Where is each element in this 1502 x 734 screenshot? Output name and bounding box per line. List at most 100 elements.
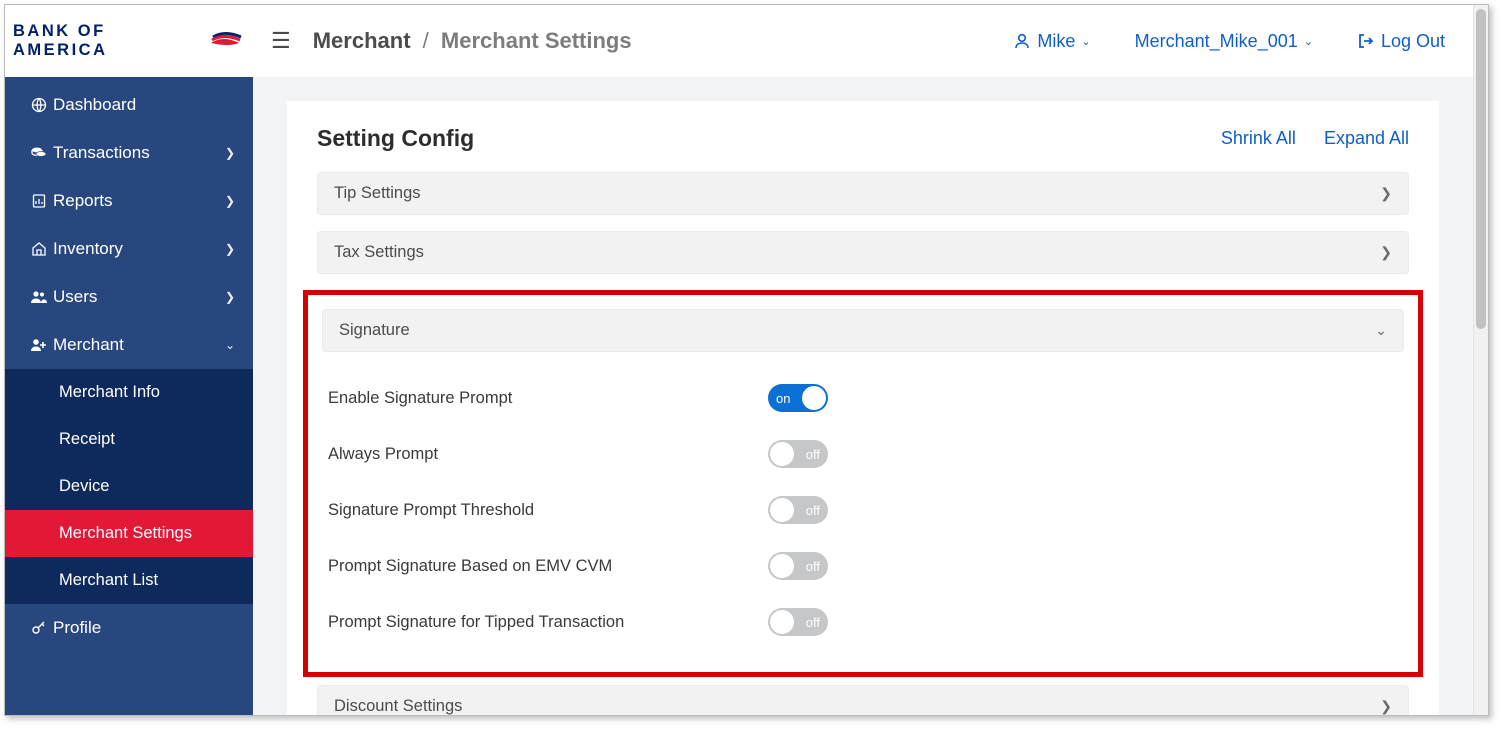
shrink-all-button[interactable]: Shrink All — [1221, 128, 1296, 149]
hamburger-icon[interactable]: ☰ — [271, 28, 291, 54]
chevron-right-icon: ❯ — [1380, 244, 1392, 261]
toggle-knob — [802, 386, 826, 410]
setting-row-signature-threshold: Signature Prompt Threshold off — [320, 482, 1406, 538]
chevron-right-icon: ❯ — [225, 146, 235, 160]
key-icon — [25, 620, 53, 636]
sidebar-item-transactions[interactable]: Transactions ❯ — [5, 129, 253, 177]
section-title: Tip Settings — [334, 184, 421, 203]
section-title: Tax Settings — [334, 243, 424, 262]
breadcrumb: Merchant / Merchant Settings — [313, 28, 632, 54]
subnav-receipt[interactable]: Receipt — [5, 416, 253, 463]
brand-name: BANK OF AMERICA — [13, 22, 203, 60]
toggle-knob — [770, 442, 794, 466]
settings-panel: Setting Config Shrink All Expand All Tip… — [287, 101, 1439, 715]
toggle-signature-threshold[interactable]: off — [768, 496, 828, 524]
subnav-merchant-list[interactable]: Merchant List — [5, 557, 253, 604]
toggle-state-text: off — [806, 503, 820, 518]
chevron-right-icon: ❯ — [225, 194, 235, 208]
chevron-right-icon: ❯ — [225, 290, 235, 304]
scrollbar-thumb[interactable] — [1476, 9, 1486, 329]
section-title: Discount Settings — [334, 697, 462, 715]
chevron-right-icon: ❯ — [1380, 698, 1392, 715]
merchant-icon — [25, 337, 53, 353]
sidebar-item-label: Reports — [53, 191, 113, 211]
toggle-tipped-transaction[interactable]: off — [768, 608, 828, 636]
sidebar-item-merchant[interactable]: Merchant ⌄ — [5, 321, 253, 369]
section-tax-settings[interactable]: Tax Settings ❯ — [317, 231, 1409, 274]
sidebar-item-label: Inventory — [53, 239, 123, 259]
toggle-state-text: on — [776, 391, 790, 406]
sidebar-item-inventory[interactable]: Inventory ❯ — [5, 225, 253, 273]
toggle-emv-cvm[interactable]: off — [768, 552, 828, 580]
breadcrumb-root[interactable]: Merchant — [313, 28, 411, 53]
vertical-scrollbar[interactable] — [1473, 5, 1488, 715]
setting-label: Enable Signature Prompt — [328, 389, 768, 408]
subnav-label: Receipt — [59, 430, 115, 448]
sidebar-item-label: Merchant — [53, 335, 124, 355]
subnav-merchant-settings[interactable]: Merchant Settings — [5, 510, 253, 557]
setting-row-emv-cvm: Prompt Signature Based on EMV CVM off — [320, 538, 1406, 594]
toggle-state-text: off — [806, 615, 820, 630]
toggle-state-text: off — [806, 559, 820, 574]
logout-icon — [1357, 32, 1375, 50]
subnav-device[interactable]: Device — [5, 463, 253, 510]
user-name: Mike — [1037, 31, 1075, 52]
sidebar-item-reports[interactable]: Reports ❯ — [5, 177, 253, 225]
sidebar-item-label: Transactions — [53, 143, 150, 163]
content-area: Setting Config Shrink All Expand All Tip… — [253, 77, 1473, 715]
merchant-subnav: Merchant Info Receipt Device Merchant Se… — [5, 369, 253, 604]
chevron-down-icon: ⌄ — [1375, 322, 1387, 339]
brand-logo: BANK OF AMERICA — [5, 5, 253, 77]
setting-label: Prompt Signature Based on EMV CVM — [328, 557, 768, 576]
report-icon — [25, 193, 53, 209]
section-signature[interactable]: Signature ⌄ — [322, 309, 1404, 352]
user-menu[interactable]: Mike ⌄ — [1013, 31, 1090, 52]
logout-link[interactable]: Log Out — [1357, 31, 1445, 52]
toggle-state-text: off — [806, 447, 820, 462]
signature-highlight-box: Signature ⌄ Enable Signature Prompt on A… — [303, 290, 1423, 677]
setting-label: Always Prompt — [328, 445, 768, 464]
setting-row-tipped-transaction: Prompt Signature for Tipped Transaction … — [320, 594, 1406, 650]
chevron-right-icon: ❯ — [1380, 185, 1392, 202]
expand-all-button[interactable]: Expand All — [1324, 128, 1409, 149]
topbar: ☰ Merchant / Merchant Settings Mike ⌄ Me… — [253, 5, 1473, 77]
toggle-always-prompt[interactable]: off — [768, 440, 828, 468]
merchant-account-menu[interactable]: Merchant_Mike_001 ⌄ — [1135, 31, 1313, 52]
toggle-knob — [770, 610, 794, 634]
panel-title: Setting Config — [317, 125, 474, 152]
toggle-knob — [770, 498, 794, 522]
sidebar-item-label: Profile — [53, 618, 101, 638]
subnav-label: Merchant List — [59, 571, 158, 589]
breadcrumb-current: Merchant Settings — [441, 28, 632, 53]
setting-row-always-prompt: Always Prompt off — [320, 426, 1406, 482]
subnav-label: Device — [59, 477, 109, 495]
setting-row-enable-signature-prompt: Enable Signature Prompt on — [320, 370, 1406, 426]
section-discount-settings[interactable]: Discount Settings ❯ — [317, 685, 1409, 715]
chevron-down-icon: ⌄ — [1081, 35, 1090, 48]
app-frame: BANK OF AMERICA Dashboard T — [4, 4, 1489, 716]
globe-icon — [25, 97, 53, 113]
subnav-merchant-info[interactable]: Merchant Info — [5, 369, 253, 416]
sidebar: BANK OF AMERICA Dashboard T — [5, 5, 253, 715]
section-title: Signature — [339, 321, 410, 340]
sidebar-item-label: Dashboard — [53, 95, 136, 115]
brand-flag-icon — [209, 27, 245, 56]
section-tip-settings[interactable]: Tip Settings ❯ — [317, 172, 1409, 215]
chevron-down-icon: ⌄ — [225, 338, 235, 352]
setting-label: Signature Prompt Threshold — [328, 501, 768, 520]
chevron-right-icon: ❯ — [225, 242, 235, 256]
toggle-enable-signature-prompt[interactable]: on — [768, 384, 828, 412]
chevron-down-icon: ⌄ — [1304, 35, 1313, 48]
subnav-label: Merchant Info — [59, 383, 160, 401]
subnav-label: Merchant Settings — [59, 524, 192, 542]
user-icon — [1013, 32, 1031, 50]
sidebar-item-dashboard[interactable]: Dashboard — [5, 81, 253, 129]
sidebar-item-profile[interactable]: Profile — [5, 604, 253, 652]
nav-list: Dashboard Transactions ❯ Reports ❯ — [5, 77, 253, 652]
setting-label: Prompt Signature for Tipped Transaction — [328, 613, 768, 632]
toggle-knob — [770, 554, 794, 578]
sidebar-item-users[interactable]: Users ❯ — [5, 273, 253, 321]
breadcrumb-separator: / — [423, 28, 429, 53]
coins-icon — [25, 145, 53, 161]
users-icon — [25, 289, 53, 305]
